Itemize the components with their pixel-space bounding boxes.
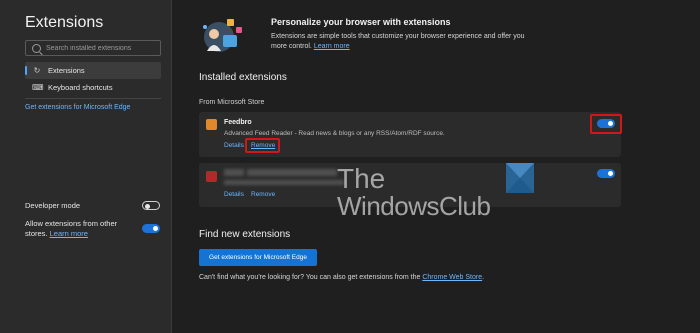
- blurred-description: [247, 169, 337, 176]
- details-link[interactable]: Details: [224, 191, 244, 198]
- chrome-web-store-link[interactable]: Chrome Web Store: [422, 274, 482, 281]
- details-link[interactable]: Details: [224, 142, 244, 149]
- sidebar-item-label: Extensions: [48, 66, 85, 75]
- extension-description: Advanced Feed Reader - Read news & blogs…: [224, 130, 445, 137]
- extension-toggle[interactable]: [597, 169, 615, 178]
- sidebar-item-keyboard-shortcuts[interactable]: ⌨ Keyboard shortcuts: [25, 79, 161, 96]
- footer-text-body: Can't find what you're looking for? You …: [199, 274, 421, 281]
- remove-link[interactable]: Remove: [251, 191, 275, 198]
- search-box[interactable]: [25, 40, 161, 56]
- developer-mode-toggle[interactable]: [142, 201, 160, 210]
- footer-period: .: [482, 274, 485, 281]
- extension-card-feedbro: Feedbro Advanced Feed Reader - Read news…: [199, 112, 622, 157]
- installed-extensions-title: Installed extensions: [199, 72, 287, 83]
- allow-other-stores-label: Allow extensions from other stores. Lear…: [25, 219, 130, 239]
- blurred-description: [224, 180, 344, 185]
- sidebar-item-label: Keyboard shortcuts: [48, 83, 113, 92]
- extensions-illustration: [203, 19, 242, 52]
- extension-name: Feedbro: [224, 119, 252, 126]
- search-icon: [32, 44, 41, 53]
- hero-title: Personalize your browser with extensions: [271, 17, 451, 27]
- get-extensions-link[interactable]: Get extensions for Microsoft Edge: [25, 104, 130, 111]
- blurred-name: [224, 169, 244, 176]
- hero-description-text: Extensions are simple tools that customi…: [271, 33, 525, 50]
- sidebar: Extensions ↻ Extensions ⌨ Keyboard short…: [0, 0, 172, 333]
- allow-other-stores-toggle[interactable]: [142, 224, 160, 233]
- keyboard-icon: ⌨: [32, 83, 44, 92]
- learn-more-link[interactable]: Learn more: [50, 229, 88, 238]
- feedbro-icon: [206, 119, 217, 130]
- extensions-icon: ↻: [33, 66, 41, 75]
- sidebar-item-extensions[interactable]: ↻ Extensions: [25, 62, 161, 79]
- source-label: From Microsoft Store: [199, 99, 265, 106]
- sidebar-divider: [25, 98, 161, 99]
- footer-text: Can't find what you're looking for? You …: [199, 274, 484, 281]
- find-extensions-title: Find new extensions: [199, 229, 291, 240]
- hero-description: Extensions are simple tools that customi…: [271, 32, 541, 52]
- get-extensions-button[interactable]: Get extensions for Microsoft Edge: [199, 249, 317, 266]
- hero-learn-more-link[interactable]: Learn more: [314, 43, 350, 50]
- search-input[interactable]: [46, 42, 156, 54]
- sidebar-title: Extensions: [25, 14, 104, 31]
- developer-mode-label: Developer mode: [25, 201, 81, 210]
- toggle-highlight-box: [590, 114, 622, 134]
- remove-highlight-box: [245, 138, 280, 153]
- extension-card-blurred: Details Remove: [199, 163, 621, 207]
- extension-icon: [206, 171, 217, 182]
